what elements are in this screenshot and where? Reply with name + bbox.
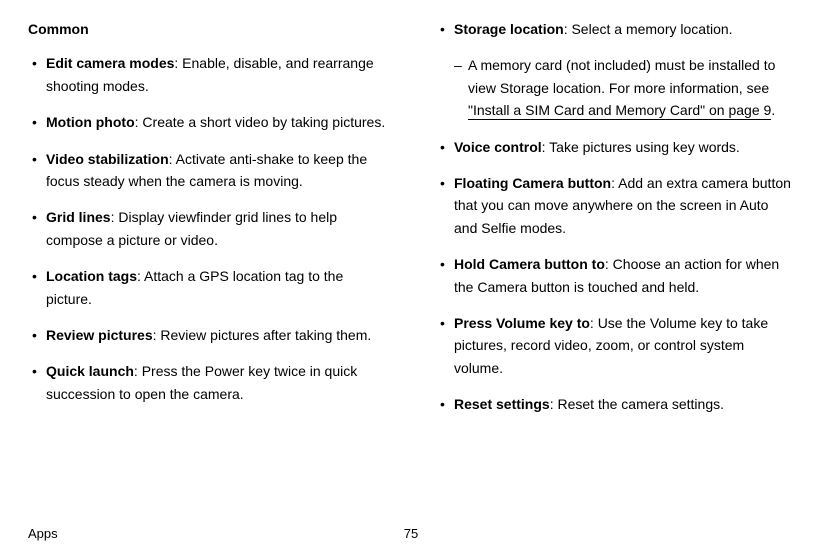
list-item: Reset settings: Reset the camera setting… [436,393,794,415]
left-column: Common Edit camera modes: Enable, disabl… [28,18,386,429]
list-item: Review pictures: Review pictures after t… [28,324,386,346]
list-item: Edit camera modes: Enable, disable, and … [28,52,386,97]
right-list: Storage location: Select a memory locati… [436,18,794,415]
list-item: Storage location: Select a memory locati… [436,18,794,40]
list-item: Video stabilization: Activate anti-shake… [28,148,386,193]
list-item: Motion photo: Create a short video by ta… [28,111,386,133]
term: Motion photo [46,114,135,130]
term: Reset settings [454,396,550,412]
section-header-common: Common [28,18,386,40]
desc: : Reset the camera settings. [550,396,724,412]
term: Location tags [46,268,137,284]
term: Grid lines [46,209,111,225]
desc: : Take pictures using key words. [542,139,740,155]
list-item: Quick launch: Press the Power key twice … [28,360,386,405]
list-item: Voice control: Take pictures using key w… [436,136,794,158]
page-footer: Apps 75 [28,524,794,545]
desc: : Review pictures after taking them. [153,327,372,343]
cross-reference-link[interactable]: "Install a SIM Card and Memory Card" on … [468,102,771,120]
term: Quick launch [46,363,134,379]
footer-section-label: Apps [28,524,58,545]
term: Edit camera modes [46,55,174,71]
list-item: Grid lines: Display viewfinder grid line… [28,206,386,251]
list-item: Location tags: Attach a GPS location tag… [28,265,386,310]
term: Floating Camera button [454,175,611,191]
term: Hold Camera button to [454,256,605,272]
term: Press Volume key to [454,315,590,331]
list-item: Floating Camera button: Add an extra cam… [436,172,794,239]
sub-prefix: A memory card (not included) must be ins… [468,57,775,95]
term: Video stabilization [46,151,169,167]
desc: : Create a short video by taking picture… [135,114,386,130]
right-column: Storage location: Select a memory locati… [436,18,794,429]
term: Storage location [454,21,564,37]
sub-suffix: . [771,102,775,118]
desc: : Select a memory location. [564,21,733,37]
term: Review pictures [46,327,153,343]
term: Voice control [454,139,542,155]
list-item: Press Volume key to: Use the Volume key … [436,312,794,379]
left-list: Edit camera modes: Enable, disable, and … [28,52,386,405]
sub-list-item: A memory card (not included) must be ins… [436,54,794,121]
list-item: Hold Camera button to: Choose an action … [436,253,794,298]
page-number: 75 [404,524,418,545]
